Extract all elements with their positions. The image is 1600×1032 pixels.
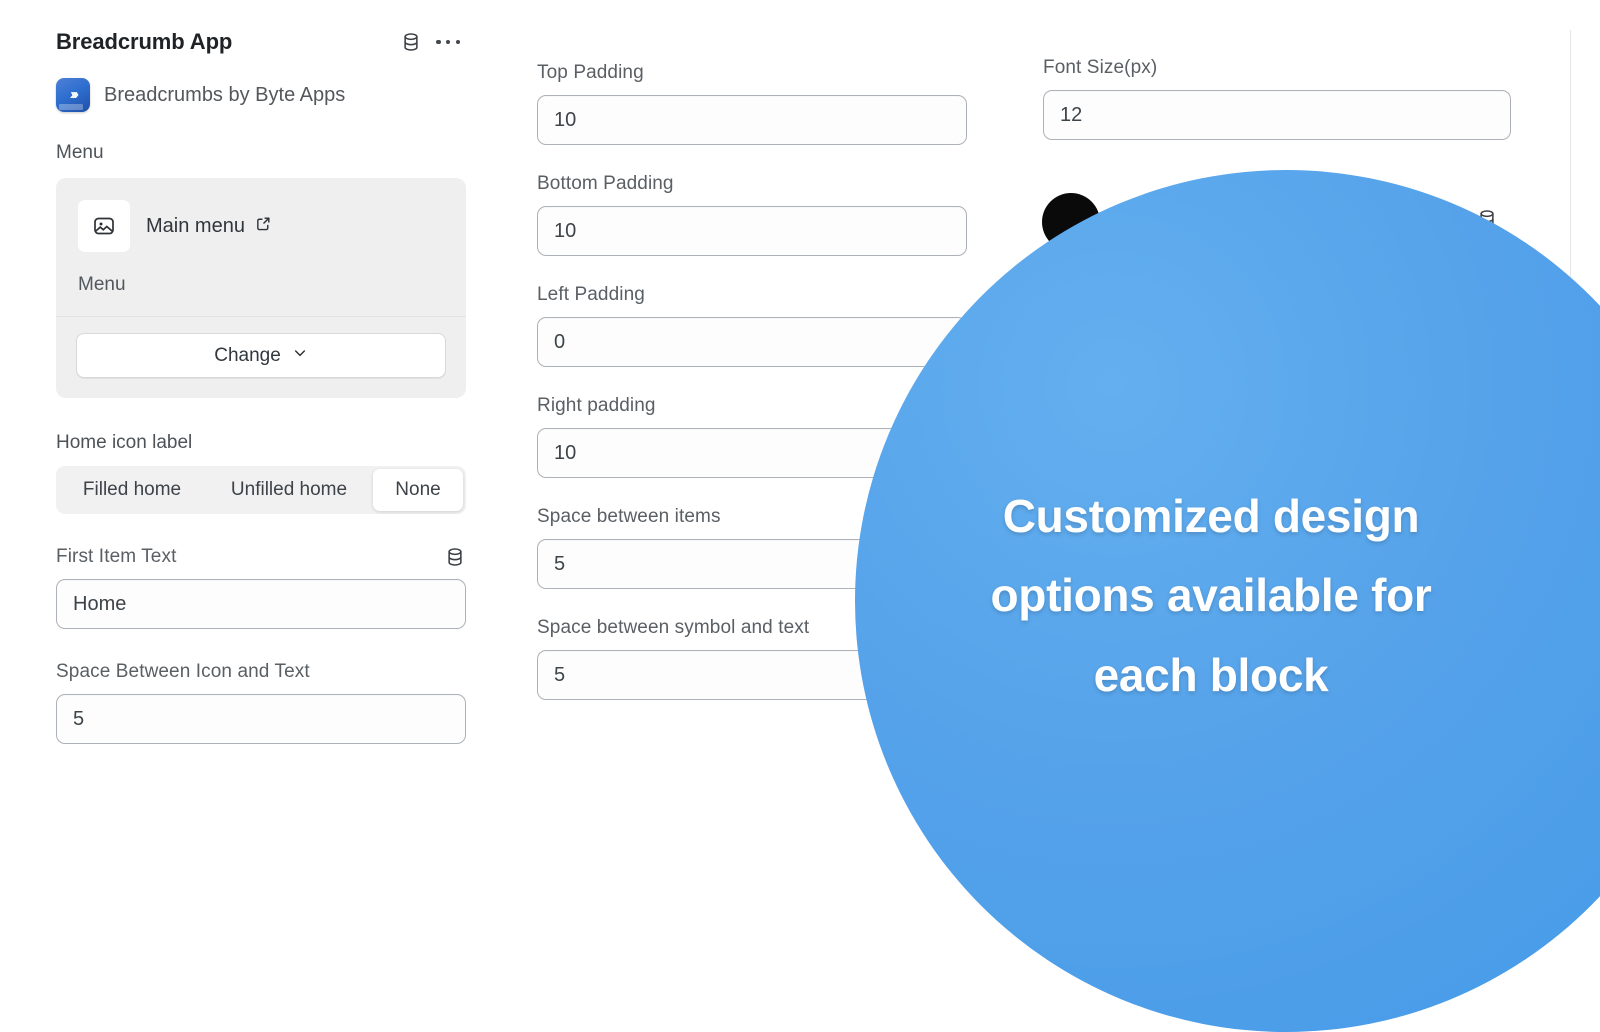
- menu-item-row[interactable]: Main menu: [78, 200, 444, 252]
- menu-card: Main menu Menu Change: [56, 178, 466, 398]
- left-settings-column: Breadcrumb App ››› Breadcrumbs by Byte A…: [56, 28, 466, 744]
- field-label-row: First Item Text: [56, 546, 466, 568]
- callout-line-2: options available for: [990, 569, 1432, 622]
- field-space-icon-text: Space Between Icon and Text 5: [56, 661, 466, 744]
- menu-section-label: Menu: [56, 142, 104, 163]
- menu-card-body: Main menu Menu: [56, 178, 466, 317]
- chevron-down-icon: [292, 345, 308, 367]
- space-icon-text-input[interactable]: 5: [56, 694, 466, 744]
- left-padding-label: Left Padding: [537, 284, 645, 305]
- app-subtitle: Breadcrumbs by Byte Apps: [104, 83, 346, 106]
- database-icon[interactable]: [400, 31, 422, 53]
- first-item-text-label: First Item Text: [56, 546, 177, 567]
- app-header: Breadcrumb App: [56, 28, 460, 56]
- page-title: Breadcrumb App: [56, 29, 233, 54]
- callout-text: Customized design options available for …: [901, 477, 1521, 714]
- top-padding-input[interactable]: 10: [537, 95, 967, 145]
- first-item-text-input[interactable]: Home: [56, 579, 466, 629]
- field-bottom-padding: Bottom Padding 10: [537, 173, 967, 256]
- segment-filled-home[interactable]: Filled home: [59, 469, 205, 511]
- database-icon[interactable]: [444, 546, 466, 568]
- bottom-padding-label: Bottom Padding: [537, 173, 674, 194]
- app-screen: Breadcrumb App ››› Breadcrumbs by Byte A…: [0, 0, 1600, 1032]
- app-identity-row: ››› Breadcrumbs by Byte Apps: [56, 78, 466, 112]
- menu-item-subtext: Menu: [78, 274, 126, 295]
- menu-card-footer: Change: [56, 317, 466, 398]
- home-icon-label-segmented-control: Filled home Unfilled home None: [56, 466, 466, 514]
- home-icon-label-title: Home icon label: [56, 432, 193, 453]
- image-icon: [78, 200, 130, 252]
- change-menu-button[interactable]: Change: [76, 333, 446, 378]
- callout-line-1: Customized design: [1002, 490, 1420, 543]
- field-left-padding: Left Padding 0: [537, 284, 967, 367]
- field-top-padding: Top Padding 10: [537, 62, 967, 145]
- bottom-padding-input[interactable]: 10: [537, 206, 967, 256]
- more-horizontal-icon[interactable]: [436, 31, 460, 53]
- field-font-size: Font Size(px) 12: [1043, 57, 1511, 140]
- font-size-input[interactable]: 12: [1043, 90, 1511, 140]
- segment-unfilled-home[interactable]: Unfilled home: [205, 469, 373, 511]
- external-link-icon[interactable]: [255, 215, 272, 238]
- change-button-label: Change: [214, 344, 281, 366]
- menu-item-name: Main menu: [146, 214, 245, 237]
- right-settings-column: Font Size(px) 12: [1043, 57, 1511, 140]
- left-padding-input[interactable]: 0: [537, 317, 967, 367]
- font-size-label: Font Size(px): [1043, 57, 1158, 78]
- header-actions: [400, 31, 460, 53]
- top-padding-label: Top Padding: [537, 62, 644, 83]
- space-icon-text-label: Space Between Icon and Text: [56, 661, 310, 682]
- callout-line-3: each block: [1093, 648, 1329, 701]
- chevron-triple-icon: ›››: [56, 78, 90, 112]
- field-first-item-text: First Item Text Home: [56, 546, 466, 629]
- segment-none[interactable]: None: [373, 469, 463, 511]
- menu-item-name-wrap: Main menu: [146, 215, 272, 238]
